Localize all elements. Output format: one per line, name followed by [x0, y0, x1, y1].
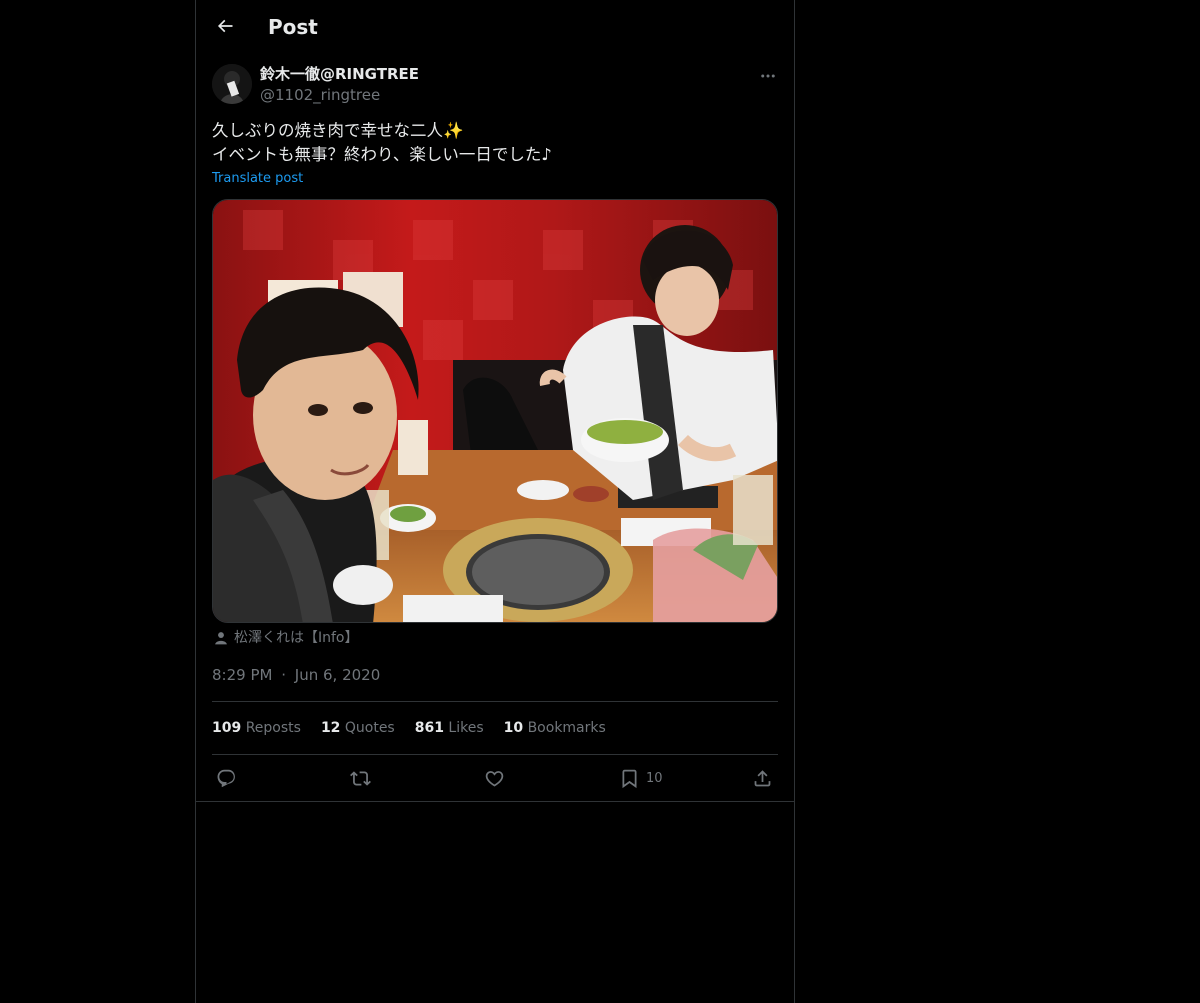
author-handle[interactable]: @1102_ringtree	[260, 85, 380, 105]
repost-icon	[350, 770, 371, 786]
post-detail-column: Post 鈴木一徹@RINGTREE @1102_ringtree 久しぶりの焼…	[195, 0, 795, 1003]
post-photo[interactable]	[212, 199, 778, 623]
stat-value: 10	[503, 720, 524, 736]
stat-bookmarks[interactable]: 10 Bookmarks	[504, 718, 606, 738]
share-icon	[754, 769, 771, 786]
author-name[interactable]: 鈴木一徹@RINGTREE	[260, 64, 419, 84]
back-button[interactable]	[208, 9, 242, 43]
repost-button[interactable]	[350, 764, 371, 792]
more-button[interactable]	[756, 64, 780, 88]
stat-value: 109	[212, 720, 242, 736]
timestamp-separator: ·	[281, 666, 287, 684]
more-icon	[761, 74, 775, 78]
page-header: Post	[196, 0, 794, 54]
post-timestamp[interactable]: 8:29 PM · Jun 6, 2020	[212, 665, 380, 685]
person-icon	[215, 632, 227, 645]
post-date: Jun 6, 2020	[294, 666, 381, 684]
page-title: Post	[268, 15, 318, 39]
bookmark-button[interactable]: 10	[619, 764, 663, 792]
translate-post-link[interactable]: Translate post	[212, 170, 303, 188]
reply-icon	[217, 769, 235, 787]
post-bottom-border	[196, 801, 794, 802]
post-text-line: 久しぶりの焼き肉で幸せな二人✨	[212, 121, 464, 140]
stat-label: Bookmarks	[527, 720, 606, 736]
stat-label: Reposts	[245, 720, 301, 736]
stat-likes[interactable]: 861 Likes	[415, 718, 484, 738]
like-button[interactable]	[484, 764, 505, 792]
stat-label: Likes	[448, 720, 484, 736]
photo-image	[213, 200, 777, 622]
bookmark-icon	[622, 769, 637, 788]
stat-value: 861	[414, 720, 444, 736]
stat-label: Quotes	[344, 720, 395, 736]
author-avatar[interactable]	[212, 64, 252, 104]
share-button[interactable]	[752, 764, 773, 792]
action-bar: 10	[196, 760, 794, 796]
stat-value: 12	[320, 720, 341, 736]
bookmark-count: 10	[646, 770, 663, 786]
avatar-image	[212, 64, 252, 104]
post-text-line: イベントも無事？終わり、楽しい一日でした♪	[212, 145, 552, 164]
engagement-stats: 109 Reposts 12 Quotes 861 Likes 10 Bookm…	[212, 718, 606, 738]
stat-reposts[interactable]: 109 Reposts	[212, 718, 301, 738]
divider	[212, 754, 778, 755]
tagged-user-name: 松澤くれは【Info】	[234, 630, 359, 646]
back-arrow-icon	[217, 19, 233, 33]
post-text: 久しぶりの焼き肉で幸せな二人✨ イベントも無事？終わり、楽しい一日でした♪	[212, 119, 778, 167]
divider	[212, 701, 778, 702]
stat-quotes[interactable]: 12 Quotes	[321, 718, 395, 738]
post-time: 8:29 PM	[212, 666, 273, 684]
tagged-user[interactable]: 松澤くれは【Info】	[214, 628, 359, 648]
like-icon	[485, 770, 504, 787]
reply-button[interactable]	[216, 764, 237, 792]
